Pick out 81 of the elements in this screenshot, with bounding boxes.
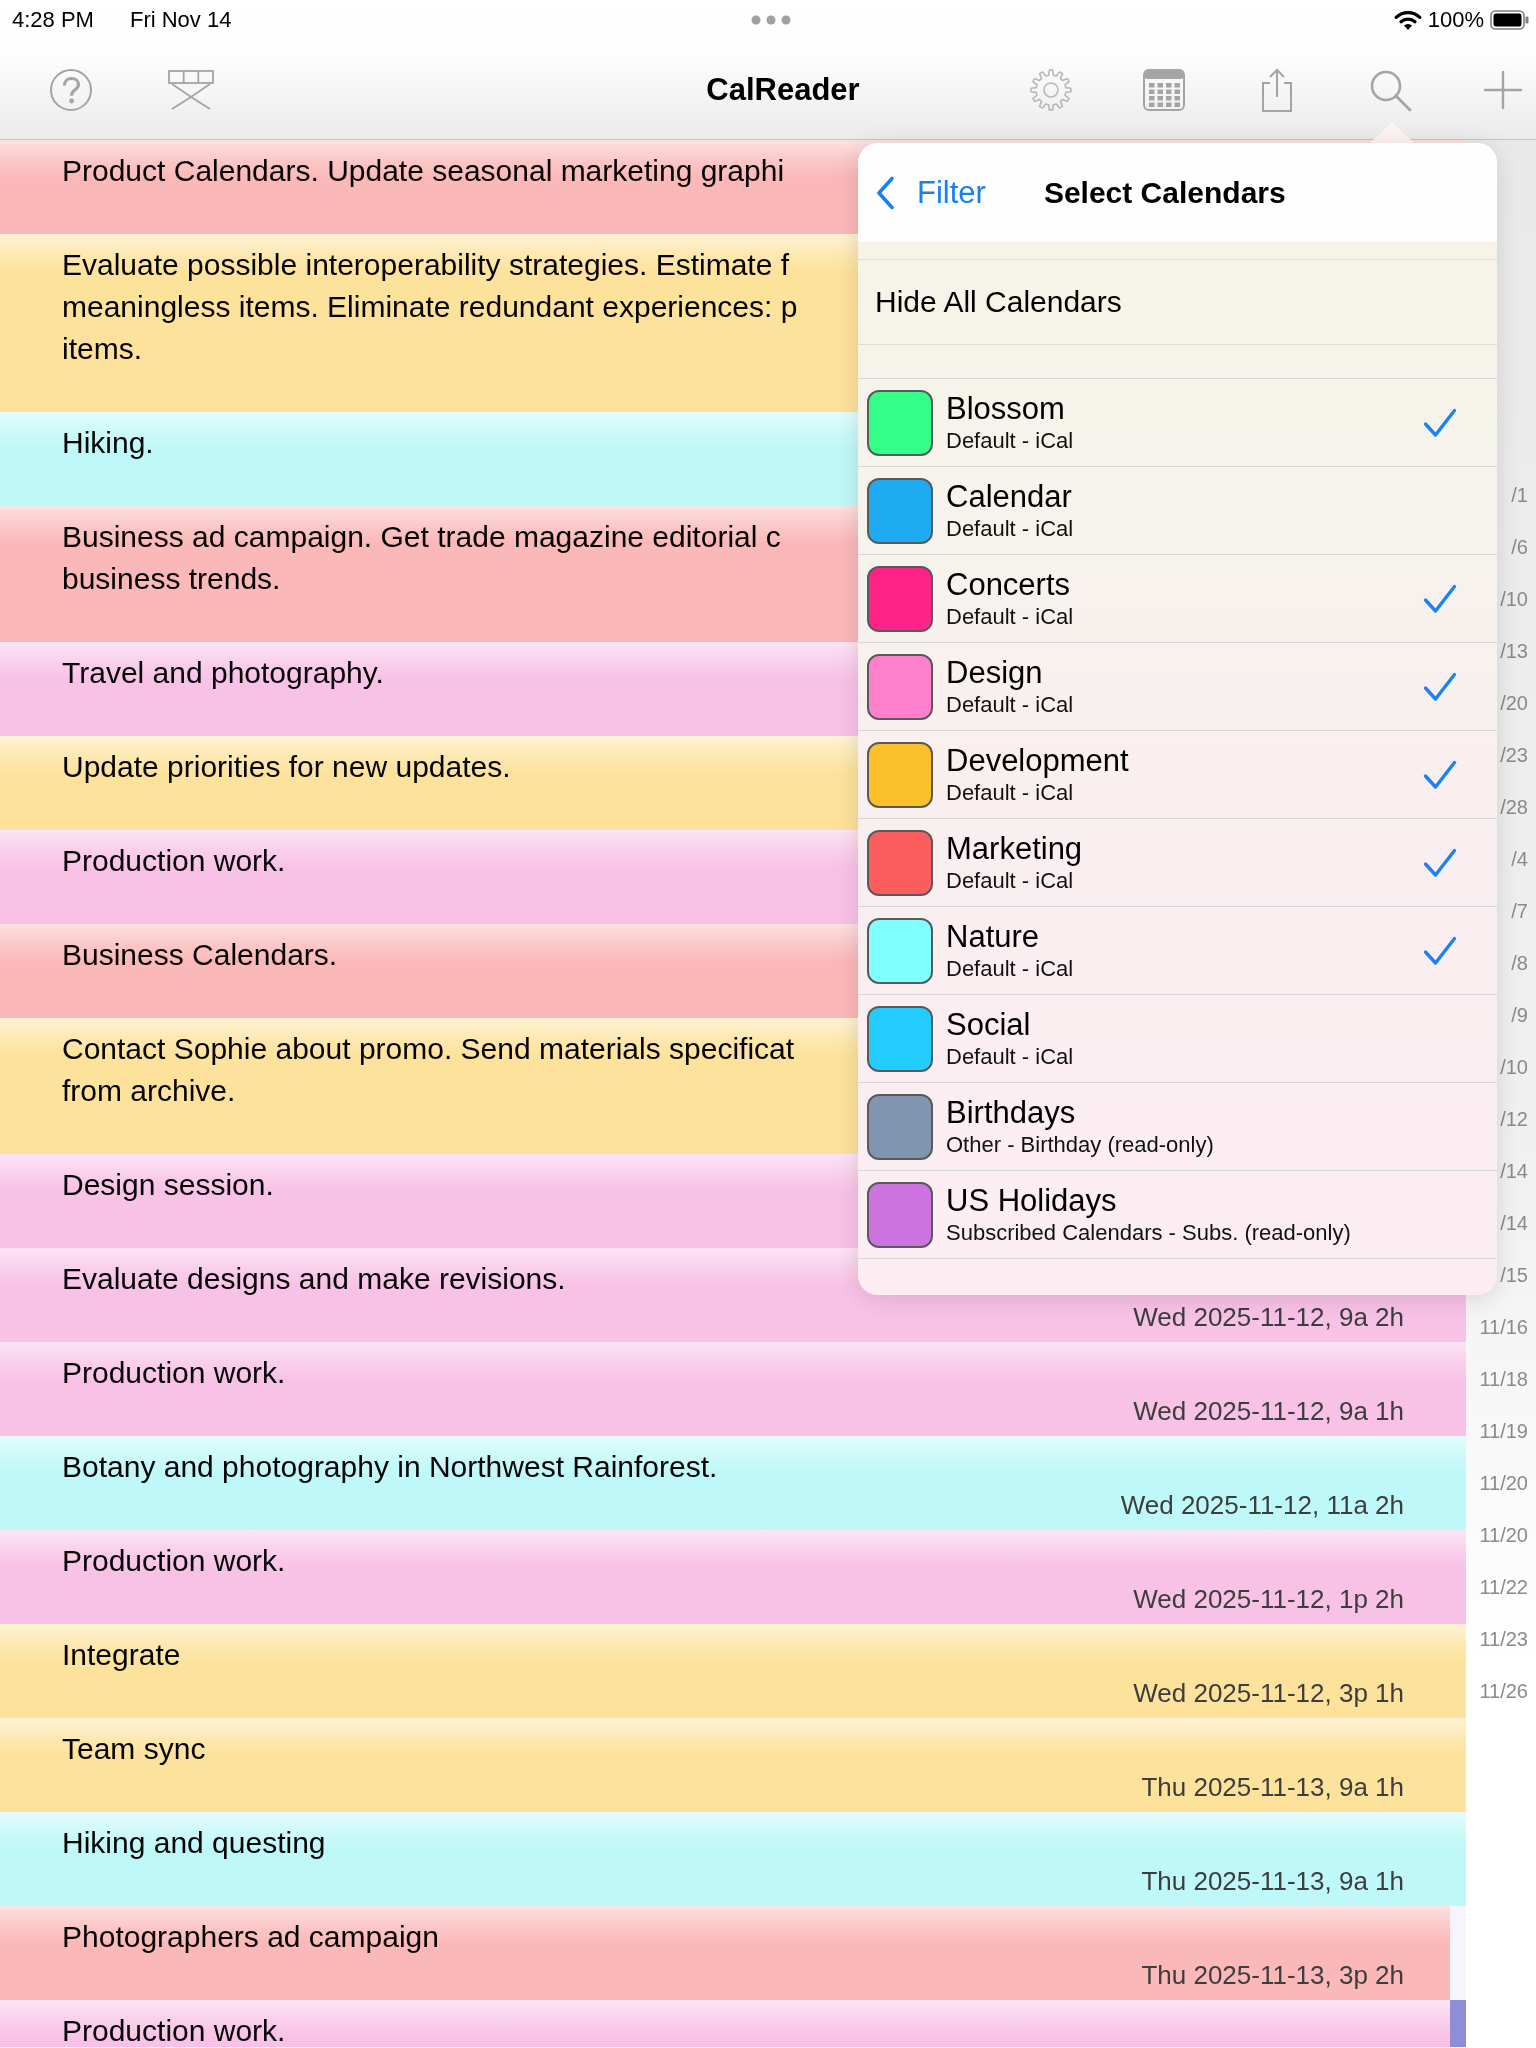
settings-icon[interactable] bbox=[1029, 67, 1073, 112]
event-title: Integrate bbox=[62, 1637, 181, 1673]
calendar-source: Default - iCal bbox=[946, 954, 1074, 983]
event-time: Wed 2025-11-12, 11a 2h bbox=[1120, 1489, 1404, 1522]
calendar-row[interactable]: Concerts Default - iCal bbox=[858, 555, 1497, 643]
event-row[interactable]: Production work. Wed 2025-11-12, 1p 2h bbox=[0, 1530, 1466, 1624]
event-time: Thu 2025-11-13, 9a 1h bbox=[1141, 1771, 1404, 1804]
event-title: Hiking. bbox=[62, 425, 154, 461]
event-row[interactable]: Hiking and questing Thu 2025-11-13, 9a 1h bbox=[0, 1812, 1466, 1906]
calendar-row[interactable]: Calendar Default - iCal bbox=[858, 467, 1497, 555]
calendar-source: Subscribed Calendars - Subs. (read-only) bbox=[946, 1218, 1351, 1247]
event-row[interactable]: Photographers ad campaign Thu 2025-11-13, 3p 2h bbox=[0, 1906, 1450, 2000]
calendar-source: Default - iCal bbox=[946, 778, 1074, 807]
event-time: Wed 2025-11-12, 9a 2h bbox=[1133, 1301, 1404, 1334]
event-row[interactable]: Production work. bbox=[0, 2000, 1450, 2047]
event-time: Wed 2025-11-12, 9a 1h bbox=[1133, 1395, 1404, 1428]
event-title: Business ad campaign. Get trade magazine editorial c business trends. bbox=[62, 519, 781, 597]
calendar-row[interactable]: Blossom Default - iCal bbox=[858, 379, 1497, 467]
calendar-name: Design bbox=[946, 654, 1043, 691]
calendar-source: Default - iCal bbox=[946, 514, 1074, 543]
event-title: Evaluate possible interoperability strategies. Estimate f meaningless items. Eliminate redundant experiences: p items. bbox=[62, 247, 798, 367]
calendar-name: Development bbox=[946, 742, 1129, 779]
calendar-row[interactable]: US Holidays Subscribed Calendars - Subs. (read-only) bbox=[858, 1171, 1497, 1259]
event-time: Wed 2025-11-12, 3p 1h bbox=[1133, 1677, 1404, 1710]
event-time: Thu 2025-11-13, 9a 1h bbox=[1141, 1865, 1404, 1898]
event-title: Update priorities for new updates. bbox=[62, 749, 511, 785]
more-dots-icon[interactable] bbox=[751, 15, 791, 25]
chevron-left-icon bbox=[875, 175, 895, 210]
checkmark-icon bbox=[1423, 847, 1457, 878]
calendar-source: Default - iCal bbox=[946, 690, 1074, 719]
help-icon[interactable] bbox=[49, 67, 93, 112]
event-row[interactable]: Botany and photography in Northwest Rainforest. Wed 2025-11-12, 11a 2h bbox=[0, 1436, 1466, 1530]
event-title: Production work. bbox=[62, 2013, 286, 2047]
calendar-source: Default - iCal bbox=[946, 426, 1074, 455]
event-title: Evaluate designs and make revisions. bbox=[62, 1261, 566, 1297]
event-title: Contact Sophie about promo. Send materials specificat from archive. bbox=[62, 1031, 795, 1109]
event-title: Production work. bbox=[62, 1543, 286, 1579]
event-title: Travel and photography. bbox=[62, 655, 384, 691]
event-row[interactable]: Production work. Wed 2025-11-12, 9a 1h bbox=[0, 1342, 1466, 1436]
calendar-source: Default - iCal bbox=[946, 602, 1074, 631]
checkmark-icon bbox=[1423, 759, 1457, 790]
checkmark-icon bbox=[1423, 935, 1457, 966]
event-row[interactable]: Team sync Thu 2025-11-13, 9a 1h bbox=[0, 1718, 1466, 1812]
popover-title: Select Calendars bbox=[1043, 175, 1286, 210]
calendar-icon[interactable] bbox=[1142, 67, 1186, 112]
checkmark-icon bbox=[1423, 671, 1457, 702]
checkmark-icon bbox=[1423, 407, 1457, 438]
columns-icon[interactable] bbox=[168, 69, 214, 110]
app-title: CalReader bbox=[706, 71, 860, 108]
battery-percent: 100% bbox=[1427, 7, 1484, 33]
calendar-row[interactable]: Marketing Default - iCal bbox=[858, 819, 1497, 907]
event-title: Hiking and questing bbox=[62, 1825, 326, 1861]
checkmark-icon bbox=[1423, 583, 1457, 614]
calendar-row[interactable]: Nature Default - iCal bbox=[858, 907, 1497, 995]
event-title: Team sync bbox=[62, 1731, 206, 1767]
event-title: Product Calendars. Update seasonal marketing graphi bbox=[62, 153, 785, 189]
calendar-name: Concerts bbox=[946, 566, 1071, 603]
calendar-source: Default - iCal bbox=[946, 866, 1074, 895]
event-title: Design session. bbox=[62, 1167, 274, 1203]
calendar-row[interactable]: Development Default - iCal bbox=[858, 731, 1497, 819]
calendar-name: Marketing bbox=[946, 830, 1083, 867]
event-row[interactable]: Integrate Wed 2025-11-12, 3p 1h bbox=[0, 1624, 1466, 1718]
event-title: Production work. bbox=[62, 843, 286, 879]
calendar-source: Default - iCal bbox=[946, 1042, 1074, 1071]
calendar-row[interactable]: Social Default - iCal bbox=[858, 995, 1497, 1083]
back-button[interactable]: Filter bbox=[875, 174, 986, 211]
calendar-row[interactable]: Design Default - iCal bbox=[858, 643, 1497, 731]
event-title: Botany and photography in Northwest Rainforest. bbox=[62, 1449, 718, 1485]
wifi-icon bbox=[1393, 9, 1422, 31]
event-time: Wed 2025-11-12, 1p 2h bbox=[1133, 1583, 1404, 1616]
event-title: Production work. bbox=[62, 1355, 286, 1391]
event-time: Thu 2025-11-13, 3p 2h bbox=[1141, 1959, 1404, 1992]
battery-icon bbox=[1490, 10, 1530, 30]
status-time: 4:28 PM bbox=[12, 7, 94, 33]
calendar-row[interactable]: Birthdays Other - Birthday (read-only) bbox=[858, 1083, 1497, 1171]
event-title: Business Calendars. bbox=[62, 937, 338, 973]
calendar-name: Birthdays bbox=[946, 1094, 1076, 1131]
event-title: Photographers ad campaign bbox=[62, 1919, 439, 1955]
calendar-name: US Holidays bbox=[946, 1182, 1117, 1219]
hide-all-button[interactable]: Hide All Calendars bbox=[858, 260, 1497, 345]
status-date: Fri Nov 14 bbox=[129, 7, 232, 33]
